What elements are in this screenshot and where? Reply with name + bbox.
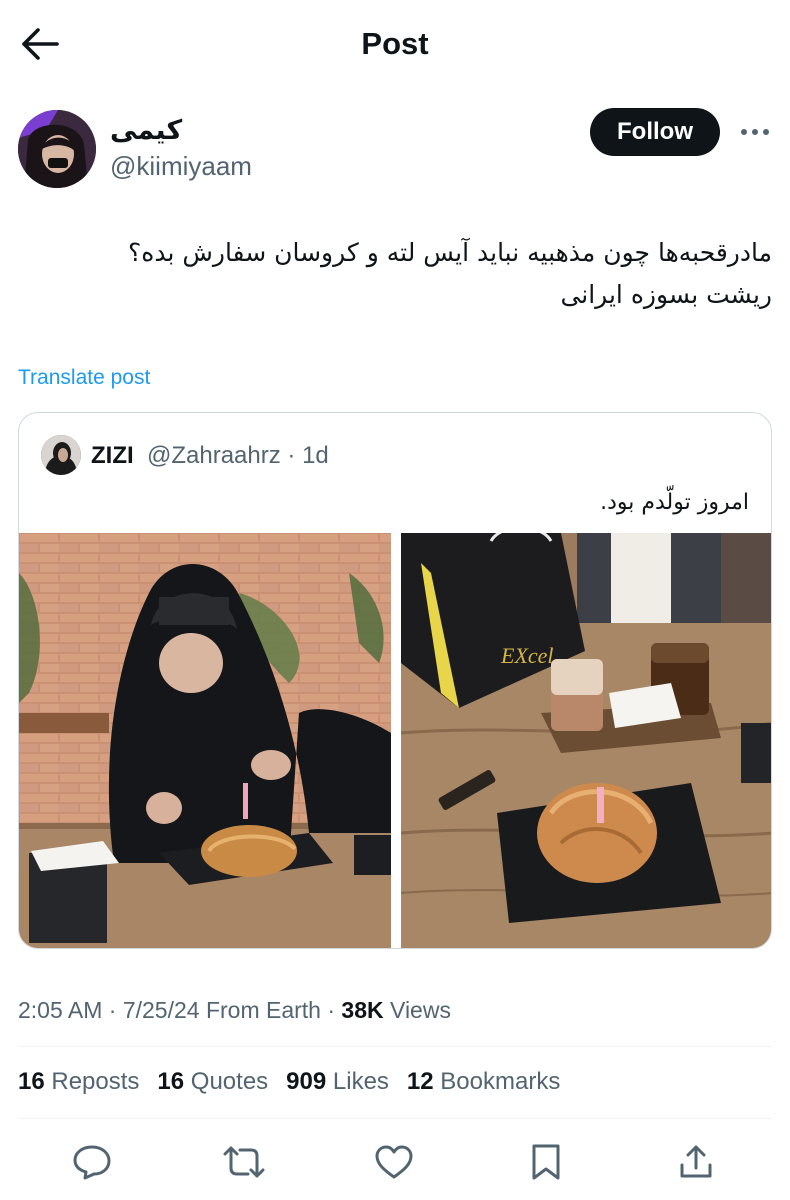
post-timestamp-views: 2:05 AM · 7/25/24 From Earth · 38K Views: [18, 994, 451, 1026]
bookmark-button[interactable]: [524, 1140, 568, 1184]
like-button[interactable]: [372, 1140, 416, 1184]
views-label: Views: [383, 997, 451, 1023]
likes-stat[interactable]: 909 Likes: [286, 1066, 389, 1098]
more-horizontal-icon: [741, 129, 769, 135]
author-display-name[interactable]: کیمی: [110, 114, 182, 146]
quote-media: EXcel: [19, 533, 771, 948]
reposts-stat[interactable]: 16 Reposts: [18, 1066, 139, 1098]
quote-handle-time: @Zahraahrz · 1d: [147, 442, 329, 469]
post-actions: [18, 1136, 772, 1186]
translate-post-link[interactable]: Translate post: [18, 364, 150, 392]
post-author: کیمی @kiimiyaam Follow: [18, 108, 772, 188]
photo-iced-coffees-and-croissant[interactable]: EXcel: [401, 533, 771, 948]
bookmarks-count: 12: [406, 1068, 434, 1095]
bookmarks-label: Bookmarks: [433, 1068, 561, 1095]
divider: [18, 1118, 772, 1119]
engagement-stats: 16 Reposts 16 Quotes 909 Likes 12 Bookma…: [18, 1066, 560, 1098]
divider: [18, 1046, 772, 1047]
reply-button[interactable]: [70, 1140, 114, 1184]
reposts-count: 16: [18, 1068, 45, 1095]
avatar[interactable]: [18, 110, 96, 188]
views-count: 38K: [341, 997, 384, 1023]
post-text: مادرقحبه‌ها چون مذهبیه نباید آیس لته و ک…: [18, 232, 772, 316]
post-time-date[interactable]: 2:05 AM · 7/25/24 From Earth ·: [18, 997, 341, 1023]
reposts-label: Reposts: [44, 1068, 140, 1095]
bookmark-icon: [532, 1144, 560, 1180]
quotes-stat[interactable]: 16 Quotes: [157, 1066, 268, 1098]
page-title: Post: [361, 26, 429, 61]
quote-avatar: [41, 435, 81, 475]
quote-text: امروز تولّدم بود.: [600, 490, 749, 515]
likes-count: 909: [286, 1068, 327, 1095]
follow-button[interactable]: Follow: [590, 108, 720, 156]
like-icon: [375, 1145, 413, 1179]
photo-person-with-croissant[interactable]: [19, 533, 391, 948]
author-handle[interactable]: @kiimiyaam: [110, 150, 252, 182]
post-text-line: ریشت بسوزه ایرانی: [560, 280, 772, 309]
repost-icon: [223, 1146, 265, 1178]
top-bar: Post: [0, 0, 790, 88]
bag-logo-text: EXcel: [500, 643, 554, 668]
quote-author-name: ZIZI: [91, 442, 134, 469]
post-text-line: مادرقحبه‌ها چون مذهبیه نباید آیس لته و ک…: [127, 238, 772, 267]
reply-icon: [73, 1145, 111, 1180]
likes-label: Likes: [326, 1068, 389, 1095]
bookmarks-stat[interactable]: 12 Bookmarks: [407, 1066, 560, 1098]
repost-button[interactable]: [222, 1140, 266, 1184]
more-button[interactable]: [738, 118, 772, 146]
share-button[interactable]: [674, 1140, 718, 1184]
quoted-post[interactable]: ZIZI @Zahraahrz · 1d امروز تولّدم بود. E…: [18, 412, 772, 949]
quotes-count: 16: [157, 1068, 185, 1095]
share-icon: [680, 1145, 712, 1178]
quotes-label: Quotes: [184, 1068, 269, 1095]
